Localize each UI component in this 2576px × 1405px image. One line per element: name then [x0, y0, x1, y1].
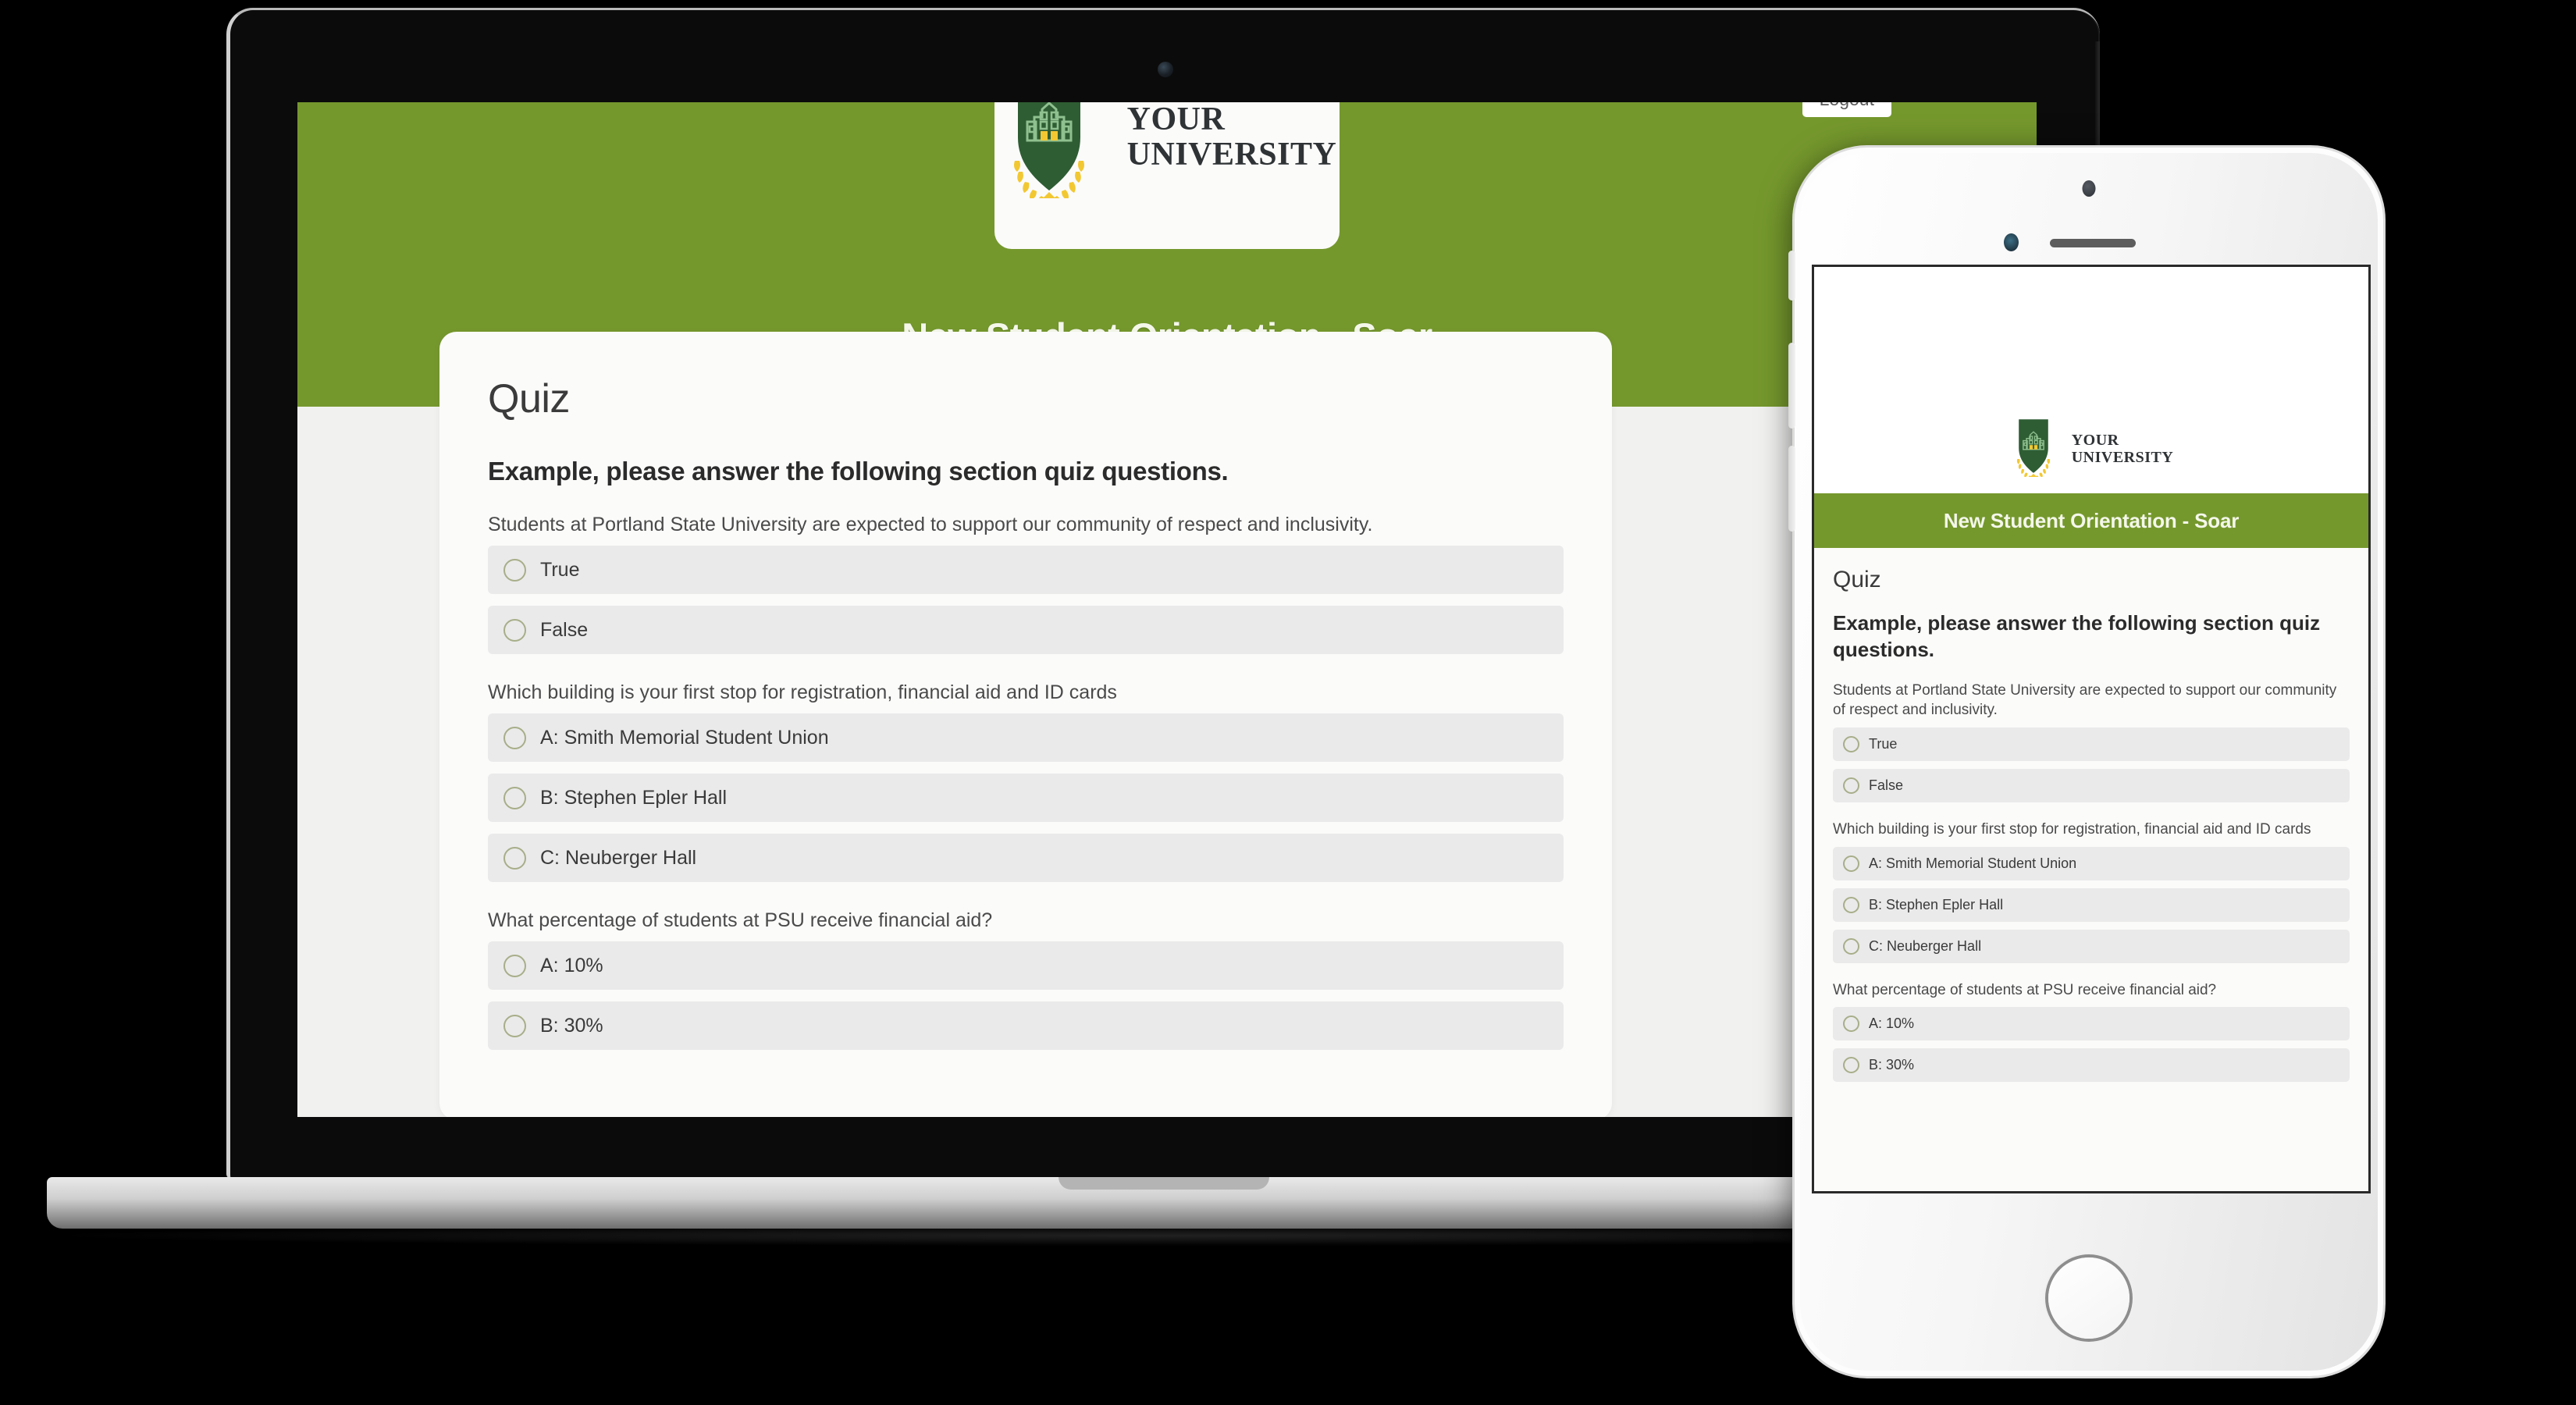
quiz-card: Quiz Example, please answer the followin…: [439, 332, 1612, 1117]
radio-button-icon[interactable]: [1843, 1016, 1859, 1033]
quiz-option[interactable]: False: [1833, 768, 2350, 802]
university-logo-card: YOUR UNIVERSITY: [2009, 418, 2174, 481]
device-mockup-scene: Logout: [0, 0, 2576, 1405]
quiz-option[interactable]: C: Neuberger Hall: [1833, 929, 2350, 963]
logo-line-2: UNIVERSITY: [2071, 448, 2174, 466]
question-prompt: What percentage of students at PSU recei…: [1833, 981, 2217, 998]
radio-button-icon[interactable]: [503, 1014, 526, 1037]
quiz-option[interactable]: B: Stephen Epler Hall: [488, 774, 1564, 822]
university-logo-card: YOUR UNIVERSITY: [994, 102, 1340, 249]
logo-line-1: YOUR: [2071, 431, 2119, 449]
question-prompt: Students at Portland State University ar…: [1833, 681, 2337, 719]
phone-proximity-sensor-icon: [2004, 233, 2019, 251]
university-logo-wordmark: YOUR UNIVERSITY: [2072, 432, 2174, 466]
shield-building-icon: [2009, 418, 2058, 481]
phone-device: YOUR UNIVERSITY New Student Orientation …: [1788, 145, 2386, 1378]
radio-button-icon[interactable]: [1843, 937, 1859, 955]
quiz-option[interactable]: True: [1833, 727, 2350, 761]
question-prompt: Which building is your first stop for re…: [488, 681, 1117, 703]
laptop-page-body: Quiz Example, please answer the followin…: [297, 332, 2037, 1117]
phone-earpiece-speaker-icon: [2050, 239, 2136, 247]
phone-silent-switch[interactable]: [1788, 251, 1795, 301]
quiz-option-label: B: Stephen Epler Hall: [1869, 896, 2004, 912]
quiz-option[interactable]: B: 30%: [1833, 1048, 2350, 1083]
quiz-option[interactable]: A: 10%: [488, 941, 1564, 990]
webcam-icon: [1157, 62, 1173, 77]
logout-button[interactable]: Logout: [1802, 102, 1891, 117]
radio-button-icon[interactable]: [503, 846, 526, 870]
quiz-option-label: B: 30%: [1869, 1057, 1915, 1073]
quiz-option-label: True: [540, 558, 580, 581]
quiz-option-label: C: Neuberger Hall: [540, 846, 697, 869]
laptop-base-notch: [1059, 1177, 1269, 1190]
radio-button-icon[interactable]: [503, 618, 526, 642]
radio-button-icon[interactable]: [503, 786, 526, 809]
quiz-option-label: A: Smith Memorial Student Union: [540, 726, 829, 749]
phone-volume-up-button[interactable]: [1788, 343, 1795, 429]
quiz-option[interactable]: True: [488, 546, 1564, 594]
laptop-screen: Logout: [297, 102, 2037, 1117]
phone-body: YOUR UNIVERSITY New Student Orientation …: [1788, 145, 2386, 1378]
quiz-instructions: Example, please answer the following sec…: [1833, 611, 2321, 661]
course-title: New Student Orientation - Soar: [1814, 493, 2368, 548]
quiz-option[interactable]: False: [488, 606, 1564, 654]
shield-building-icon: [998, 102, 1101, 206]
quiz-heading: Quiz: [488, 376, 570, 422]
question-prompt: What percentage of students at PSU recei…: [488, 909, 993, 931]
phone-screen: YOUR UNIVERSITY New Student Orientation …: [1812, 265, 2371, 1193]
radio-button-icon[interactable]: [503, 558, 526, 582]
logo-line-2: UNIVERSITY: [1126, 137, 1337, 173]
quiz-card: Quiz Example, please answer the followin…: [1814, 548, 2368, 1083]
quiz-option-label: True: [1869, 735, 1898, 752]
quiz-option[interactable]: A: 10%: [1833, 1007, 2350, 1041]
radio-button-icon[interactable]: [1843, 896, 1859, 913]
phone-home-button[interactable]: [2045, 1254, 2133, 1342]
quiz-option[interactable]: C: Neuberger Hall: [488, 834, 1564, 882]
quiz-option-label: B: Stephen Epler Hall: [540, 786, 728, 809]
quiz-instructions: Example, please answer the following sec…: [488, 457, 1229, 486]
quiz-option-label: C: Neuberger Hall: [1869, 937, 1982, 954]
quiz-option-label: A: Smith Memorial Student Union: [1869, 855, 2077, 871]
phone-volume-down-button[interactable]: [1788, 446, 1795, 532]
phone-front-camera-icon: [2082, 180, 2096, 197]
quiz-option[interactable]: A: Smith Memorial Student Union: [488, 713, 1564, 762]
quiz-option[interactable]: B: 30%: [488, 1001, 1564, 1050]
radio-button-icon[interactable]: [1843, 777, 1859, 794]
quiz-option[interactable]: B: Stephen Epler Hall: [1833, 887, 2350, 922]
radio-button-icon[interactable]: [503, 954, 526, 977]
question-prompt: Which building is your first stop for re…: [1833, 820, 2311, 838]
radio-button-icon[interactable]: [503, 726, 526, 749]
question-prompt: Students at Portland State University ar…: [488, 514, 1373, 535]
university-logo-wordmark: YOUR UNIVERSITY: [1127, 102, 1337, 173]
radio-button-icon[interactable]: [1843, 1057, 1859, 1074]
quiz-option-label: False: [1869, 777, 1904, 793]
radio-button-icon[interactable]: [1843, 855, 1859, 872]
radio-button-icon[interactable]: [1843, 735, 1859, 752]
logo-line-1: YOUR: [1126, 102, 1226, 137]
quiz-option-label: A: 10%: [540, 954, 603, 976]
quiz-option-label: B: 30%: [540, 1014, 603, 1037]
quiz-option-label: A: 10%: [1869, 1016, 1915, 1032]
quiz-option-label: False: [540, 618, 589, 641]
mobile-logo-area: YOUR UNIVERSITY: [1814, 267, 2368, 493]
quiz-option[interactable]: A: Smith Memorial Student Union: [1833, 846, 2350, 880]
quiz-heading: Quiz: [1833, 567, 1881, 592]
